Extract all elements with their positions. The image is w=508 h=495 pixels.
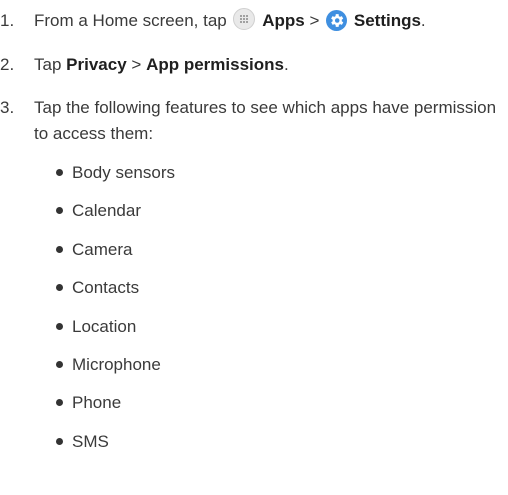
gear-icon — [326, 10, 348, 31]
list-item: Body sensors — [56, 160, 175, 198]
list-item: SMS — [56, 429, 175, 467]
list-item: Calendar — [56, 198, 175, 236]
list-item: Phone — [56, 390, 175, 428]
separator: > — [309, 11, 320, 30]
bullet-icon — [56, 399, 63, 407]
separator: > — [131, 55, 142, 74]
step-text: From a Home screen, tap Apps > Settings. — [34, 8, 426, 34]
feature-label: Calendar — [72, 201, 141, 221]
feature-label: Phone — [72, 393, 122, 413]
feature-label: SMS — [72, 431, 109, 451]
bullet-icon — [56, 322, 63, 330]
step-text: Tap the following features to see which … — [34, 98, 497, 143]
step-prefix: From a Home screen, tap — [34, 11, 227, 30]
list-item: Microphone — [56, 352, 175, 390]
step-prefix: Tap — [34, 55, 62, 74]
bullet-icon — [56, 360, 63, 368]
feature-label: Camera — [72, 239, 133, 259]
step-text: Tap Privacy > App permissions. — [34, 52, 289, 78]
step-number: 2. — [0, 55, 15, 74]
features-list: Body sensors Calendar Camera Contacts Lo… — [56, 160, 175, 467]
period: . — [283, 55, 289, 74]
feature-label: Contacts — [72, 278, 140, 298]
bullet-icon — [56, 207, 63, 215]
list-item: Location — [56, 314, 175, 352]
period: . — [420, 11, 426, 30]
instructions-page: 1. From a Home screen, tap Apps > Settin… — [0, 0, 508, 495]
apps-grid-icon — [233, 8, 256, 30]
step-number: 3. — [0, 98, 15, 117]
privacy-label: Privacy — [66, 55, 127, 74]
bullet-icon — [56, 169, 63, 176]
bullet-icon — [56, 245, 63, 253]
feature-label: Microphone — [72, 354, 161, 374]
step-number: 1. — [0, 11, 15, 30]
bullet-icon — [56, 284, 63, 292]
app-permissions-label: App permissions — [146, 55, 284, 74]
feature-label: Body sensors — [72, 163, 175, 182]
list-item: Camera — [56, 237, 175, 275]
feature-label: Location — [72, 316, 137, 336]
settings-label: Settings — [353, 11, 421, 30]
bullet-icon — [56, 437, 63, 445]
list-item: Contacts — [56, 275, 175, 313]
apps-label: Apps — [262, 11, 305, 30]
